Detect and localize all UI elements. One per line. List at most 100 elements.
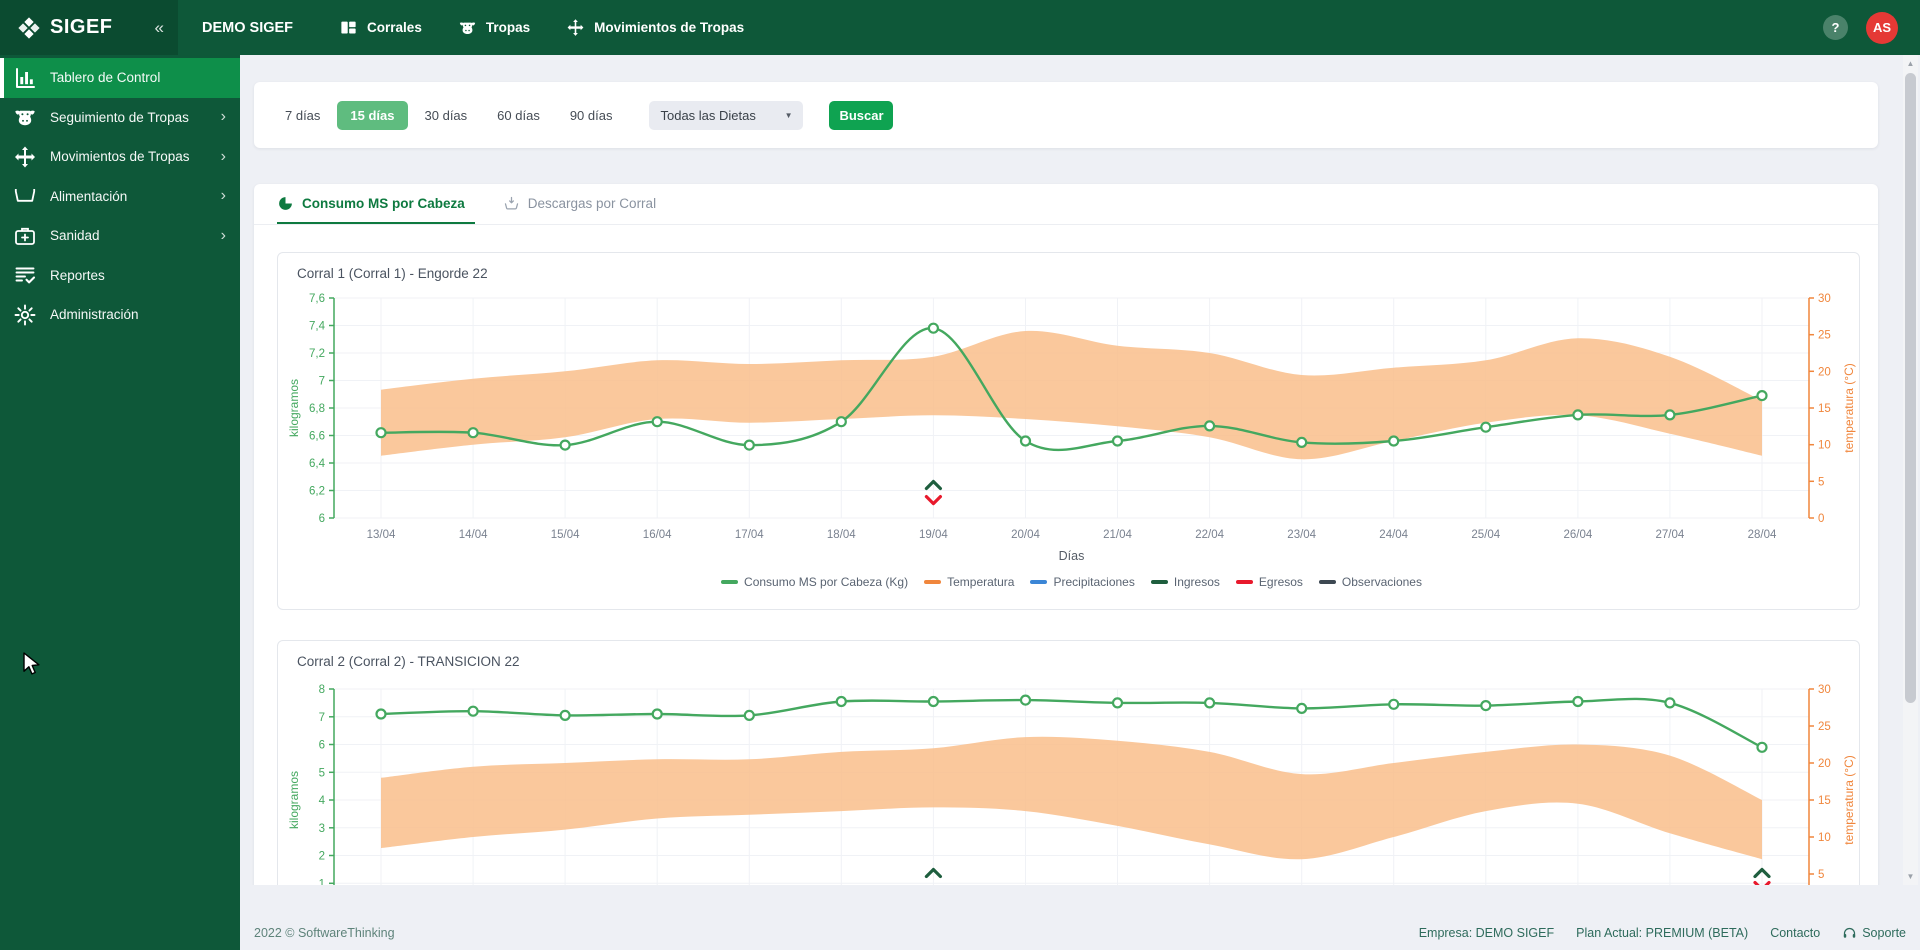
data-point xyxy=(561,441,570,450)
sidebar-item-alimentacion[interactable]: Alimentación› xyxy=(0,177,240,217)
nav-item-tropas[interactable]: Tropas xyxy=(458,18,530,37)
mouse-cursor xyxy=(22,652,44,684)
chart-legend: Consumo MS por Cabeza (Kg) Temperatura Pre… xyxy=(334,575,1809,589)
chart-title: Corral 2 (Corral 2) - TRANSICION 22 xyxy=(297,654,520,669)
sidebar-item-sanidad[interactable]: Sanidad› xyxy=(0,216,240,256)
left-axis-title: kilogramos xyxy=(287,379,301,437)
footer: 2022 © SoftwareThinking Empresa: DEMO SI… xyxy=(240,916,1920,950)
svg-text:6: 6 xyxy=(319,740,325,752)
svg-text:7,6: 7,6 xyxy=(309,293,325,305)
svg-text:21/04: 21/04 xyxy=(1103,529,1132,541)
legend-item-egresos: Egresos xyxy=(1236,575,1303,589)
chevron-right-icon: › xyxy=(221,109,226,125)
data-point xyxy=(929,697,938,706)
data-point xyxy=(1297,438,1306,447)
range-pill-15-dias[interactable]: 15 días xyxy=(337,101,407,130)
svg-text:6,8: 6,8 xyxy=(309,403,325,415)
navbar-right: ? AS xyxy=(1823,12,1920,44)
scroll-up-arrow[interactable]: ▲ xyxy=(1903,59,1918,68)
legend-label: Temperatura xyxy=(947,575,1014,589)
legend-item-observaciones: Observaciones xyxy=(1319,575,1422,589)
chevron-down-icon: ▼ xyxy=(785,111,793,120)
svg-text:30: 30 xyxy=(1818,293,1831,305)
help-button[interactable]: ? xyxy=(1823,15,1848,40)
legend-swatch xyxy=(1236,580,1253,584)
data-point xyxy=(1481,423,1490,432)
sidebar-item-reportes[interactable]: Reportes xyxy=(0,256,240,296)
avatar[interactable]: AS xyxy=(1866,12,1898,44)
footer-support-link[interactable]: Soporte xyxy=(1842,926,1906,941)
tab-descargas-por-corral[interactable]: Descargas por Corral xyxy=(503,184,666,224)
svg-text:6,2: 6,2 xyxy=(309,486,325,498)
headset-icon xyxy=(1842,926,1857,941)
legend-label: Precipitaciones xyxy=(1053,575,1134,589)
sidebar-item-tablero-de-control[interactable]: Tablero de Control xyxy=(0,58,240,98)
range-pill-60-dias[interactable]: 60 días xyxy=(484,101,553,130)
data-point xyxy=(1297,704,1306,713)
svg-text:3: 3 xyxy=(319,823,325,835)
diet-select-value: Todas las Dietas xyxy=(660,108,755,123)
legend-label: Consumo MS por Cabeza (Kg) xyxy=(744,575,908,589)
data-point xyxy=(1205,698,1214,707)
range-pill-7-dias[interactable]: 7 días xyxy=(272,101,333,130)
data-point xyxy=(561,711,570,720)
svg-text:17/04: 17/04 xyxy=(735,529,764,541)
right-axis: 30252015105temperatura (°C) xyxy=(1809,684,1856,885)
range-pill-30-dias[interactable]: 30 días xyxy=(412,101,481,130)
tab-consumo-ms-por-cabeza[interactable]: Consumo MS por Cabeza xyxy=(277,184,475,224)
data-point xyxy=(1758,391,1767,400)
sidebar-item-seguimiento-de-tropas[interactable]: Seguimiento de Tropas› xyxy=(0,98,240,138)
legend-swatch xyxy=(924,580,941,584)
legend-swatch xyxy=(1151,580,1168,584)
data-point xyxy=(469,707,478,716)
sidebar-item-movimientos-de-tropas[interactable]: Movimientos de Tropas› xyxy=(0,137,240,177)
scroll-down-arrow[interactable]: ▼ xyxy=(1903,872,1918,881)
sigef-logo-icon xyxy=(16,15,42,41)
nav-item-movimientos-de-tropas[interactable]: Movimientos de Tropas xyxy=(566,18,744,37)
move-icon xyxy=(13,145,37,169)
gear-icon xyxy=(13,303,37,327)
nav-item-label: Movimientos de Tropas xyxy=(594,20,744,35)
sidebar-item-label: Administración xyxy=(50,307,226,322)
search-button[interactable]: Buscar xyxy=(829,101,893,130)
legend-item-consumo: Consumo MS por Cabeza (Kg) xyxy=(721,575,908,589)
date-range-selector: 7 días15 días30 días60 días90 días xyxy=(272,101,625,130)
footer-contact-link[interactable]: Contacto xyxy=(1770,926,1820,940)
sidebar-item-label: Movimientos de Tropas xyxy=(50,149,221,164)
left-axis-title: kilogramos xyxy=(287,771,301,829)
scrollbar-thumb[interactable] xyxy=(1905,73,1916,703)
svg-text:28/04: 28/04 xyxy=(1748,529,1777,541)
legend-item-ingresos: Ingresos xyxy=(1151,575,1220,589)
data-point xyxy=(1113,698,1122,707)
svg-text:25: 25 xyxy=(1818,721,1831,733)
data-point xyxy=(1573,410,1582,419)
sidebar: Tablero de ControlSeguimiento de Tropas›… xyxy=(0,55,240,950)
navbar-menu: Corrales Tropas Movimientos de Tropas xyxy=(339,18,744,37)
nav-item-corrales[interactable]: Corrales xyxy=(339,18,422,37)
charts-card: Consumo MS por Cabeza Descargas por Corra… xyxy=(254,184,1878,885)
svg-text:10: 10 xyxy=(1818,832,1831,844)
chart-tabs: Consumo MS por Cabeza Descargas por Corra… xyxy=(254,184,1878,225)
left-axis: 7,67,47,276,86,66,46,26kilogramos xyxy=(287,293,334,525)
data-point xyxy=(1665,698,1674,707)
legend-label: Egresos xyxy=(1259,575,1303,589)
svg-text:1: 1 xyxy=(319,878,325,885)
svg-text:15: 15 xyxy=(1818,795,1831,807)
data-point xyxy=(653,710,662,719)
sidebar-item-label: Sanidad xyxy=(50,228,221,243)
chart-corral-1: 7,67,47,276,86,66,46,26kilogramos3025201… xyxy=(278,253,1859,609)
sidebar-collapse-button[interactable]: « xyxy=(155,18,164,38)
sidebar-item-administracion[interactable]: Administración xyxy=(0,295,240,335)
vertical-scrollbar[interactable]: ▲ ▼ xyxy=(1903,55,1918,885)
x-axis: 13/0414/0415/0416/0417/0418/0419/0420/04… xyxy=(367,529,1777,563)
footer-company: Empresa: DEMO SIGEF xyxy=(1419,926,1554,940)
range-pill-90-dias[interactable]: 90 días xyxy=(557,101,626,130)
svg-text:10: 10 xyxy=(1818,440,1831,452)
corrales-icon xyxy=(339,18,358,37)
data-point xyxy=(745,441,754,450)
diet-select[interactable]: Todas las Dietas ▼ xyxy=(649,101,803,130)
filter-bar: 7 días15 días30 días60 días90 días Todas… xyxy=(254,82,1878,148)
tab-label: Consumo MS por Cabeza xyxy=(302,196,465,211)
top-navbar: SIGEF « DEMO SIGEF CorralesTropasMovimie… xyxy=(0,0,1920,55)
svg-text:4: 4 xyxy=(319,795,326,807)
